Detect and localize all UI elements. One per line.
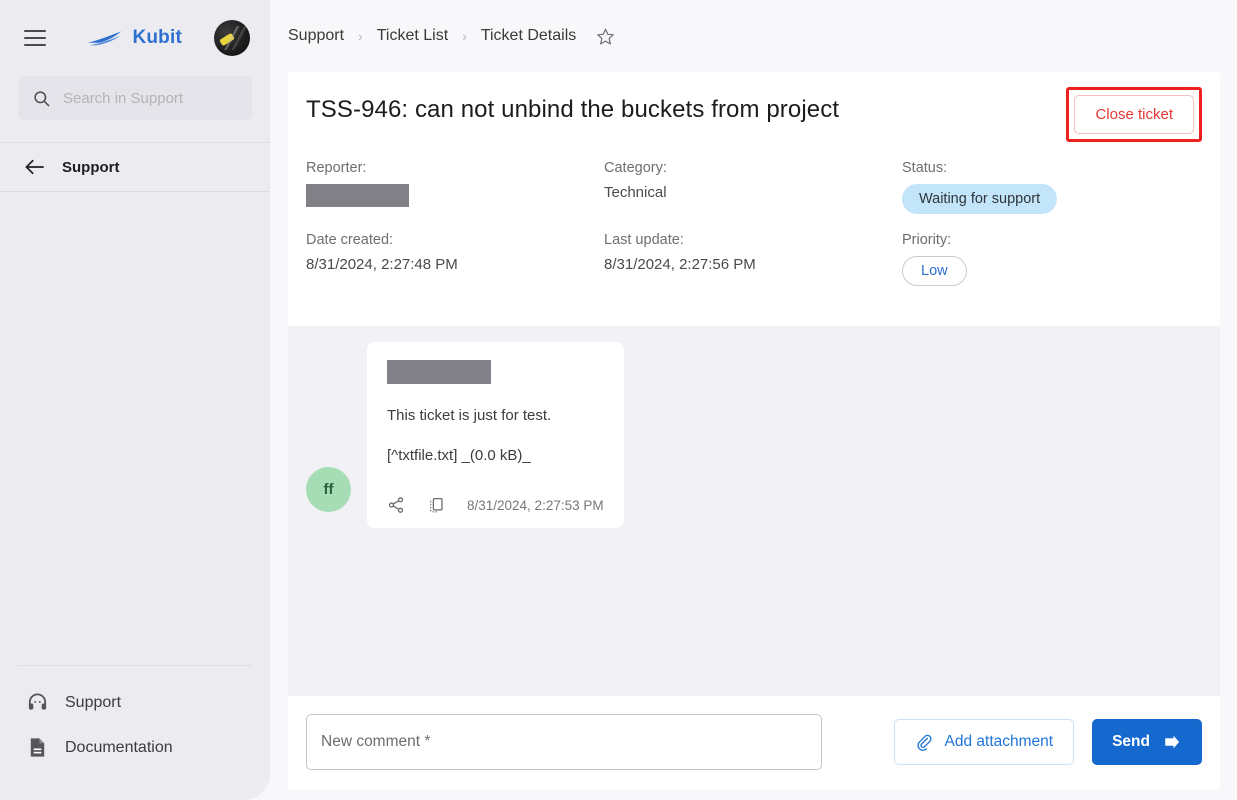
document-icon — [30, 738, 45, 757]
page-title: TSS-946: can not unbind the buckets from… — [306, 96, 840, 123]
ticket-header-card: TSS-946: can not unbind the buckets from… — [288, 72, 1220, 326]
main-content: Support › Ticket List › Ticket Details T… — [270, 0, 1237, 800]
comment-timestamp: 8/31/2024, 2:27:53 PM — [467, 497, 604, 513]
priority-label: Priority: — [902, 232, 952, 248]
ticket-meta: Reporter: Category: Status: Technical Wa… — [288, 160, 1220, 326]
last-update-label: Last update: — [604, 232, 684, 248]
breadcrumb-separator: › — [358, 28, 363, 44]
date-created-value: 8/31/2024, 2:27:48 PM — [306, 256, 458, 273]
reporter-value — [306, 184, 604, 232]
conversation-area: ff This ticket is just for test. [^txtfi… — [288, 326, 1220, 696]
user-avatar-image[interactable] — [214, 20, 250, 56]
breadcrumb: Support › Ticket List › Ticket Details — [270, 0, 1237, 72]
new-comment-placeholder: New comment * — [321, 733, 431, 750]
star-outline-icon — [597, 28, 615, 44]
redacted-comment-author — [387, 360, 491, 384]
reporter-label: Reporter: — [306, 160, 367, 176]
breadcrumb-item-support[interactable]: Support — [288, 27, 344, 45]
bottom-strip — [270, 790, 1237, 800]
breadcrumb-item-ticket-list[interactable]: Ticket List — [377, 27, 448, 45]
priority-value: Low — [902, 256, 1202, 304]
comment-text: This ticket is just for test. — [387, 407, 552, 424]
list-item: ff This ticket is just for test. [^txtfi… — [288, 342, 1220, 528]
comment-attachment: [^txtfile.txt] _(0.0 kB)_ — [387, 447, 531, 464]
favorite-star-button[interactable] — [596, 27, 615, 46]
search-placeholder: Search in Support — [63, 89, 184, 107]
headset-support-icon — [28, 693, 47, 710]
last-update-value: 8/31/2024, 2:27:56 PM — [604, 256, 756, 273]
close-ticket-button[interactable]: Close ticket — [1074, 95, 1194, 134]
arrow-left-icon — [25, 159, 44, 175]
composer-actions: Add attachment Send — [893, 719, 1202, 765]
close-ticket-highlight: Close ticket — [1066, 87, 1202, 142]
add-attachment-label: Add attachment — [944, 733, 1054, 750]
brand-logo[interactable]: Kubit — [86, 27, 182, 49]
sidebar-header: Kubit — [0, 0, 270, 76]
category-label: Category: — [604, 160, 667, 176]
avatar: ff — [306, 467, 351, 512]
category-value: Technical — [604, 184, 667, 201]
brand-name: Kubit — [132, 27, 182, 48]
sidebar-item-support-back[interactable]: Support — [0, 142, 270, 192]
search-icon — [34, 90, 50, 106]
copy-icon[interactable] — [427, 496, 445, 514]
sidebar-documentation-label: Documentation — [65, 738, 173, 756]
ticket-head: TSS-946: can not unbind the buckets from… — [288, 72, 1220, 160]
add-attachment-button[interactable]: Add attachment — [893, 719, 1075, 765]
sidebar-back-label: Support — [62, 158, 120, 176]
comment-footer: 8/31/2024, 2:27:53 PM — [387, 496, 604, 514]
sidebar-item-documentation[interactable]: Documentation — [18, 725, 252, 770]
status-label: Status: — [902, 160, 948, 176]
status-value: Waiting for support — [902, 184, 1202, 232]
send-label: Send — [1112, 733, 1150, 750]
hamburger-menu-icon[interactable] — [20, 21, 50, 55]
status-badge: Waiting for support — [902, 184, 1058, 214]
breadcrumb-item-ticket-details[interactable]: Ticket Details — [481, 27, 576, 45]
send-button[interactable]: Send — [1092, 719, 1202, 765]
search-input[interactable]: Search in Support — [18, 76, 252, 120]
paperclip-icon — [916, 734, 932, 751]
share-icon[interactable] — [387, 496, 405, 514]
kubit-swoosh-logo-icon — [88, 31, 122, 46]
sidebar: Kubit Search in Support Support Support … — [0, 0, 270, 800]
sidebar-item-support[interactable]: Support — [18, 680, 252, 725]
new-comment-input[interactable]: New comment * — [306, 714, 822, 770]
breadcrumb-separator: › — [462, 28, 467, 44]
comment-bubble: This ticket is just for test. [^txtfile.… — [367, 342, 624, 528]
app-root: Kubit Search in Support Support Support … — [0, 0, 1237, 800]
search-container: Search in Support — [0, 76, 270, 120]
priority-badge: Low — [902, 256, 967, 286]
comment-composer: New comment * Add attachment Send — [288, 696, 1220, 790]
sidebar-footer-links: Support Documentation — [18, 665, 252, 800]
sidebar-support-label: Support — [65, 693, 122, 711]
redacted-reporter — [306, 184, 409, 207]
send-arrow-icon — [1165, 735, 1180, 749]
date-created-label: Date created: — [306, 232, 394, 248]
